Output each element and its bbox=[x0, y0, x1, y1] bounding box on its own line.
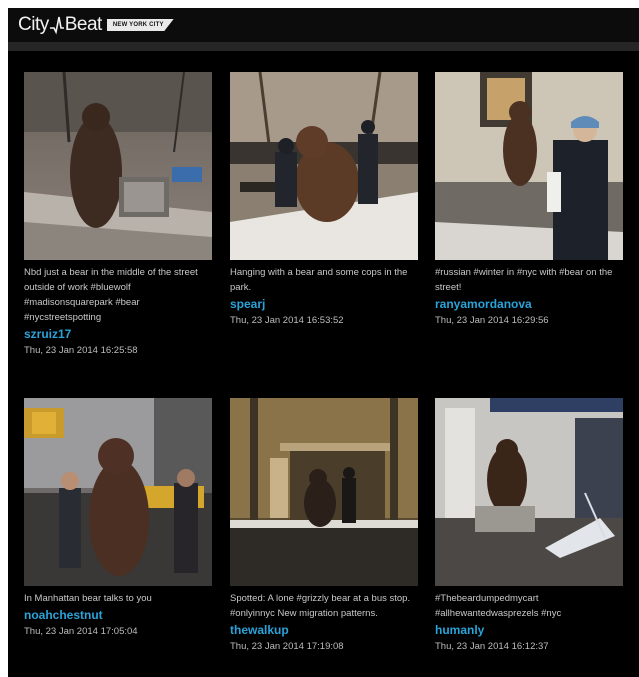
post-caption: In Manhattan bear talks to you noahchest… bbox=[24, 591, 212, 640]
post-timestamp: Thu, 23 Jan 2014 16:12:37 bbox=[435, 641, 549, 652]
caption-text: #russian #winter in #nyc with #bear on t… bbox=[435, 267, 613, 293]
post-timestamp: Thu, 23 Jan 2014 17:05:04 bbox=[24, 626, 138, 637]
post-timestamp: Thu, 23 Jan 2014 16:53:52 bbox=[230, 315, 344, 326]
post-caption: Nbd just a bear in the middle of the str… bbox=[24, 265, 212, 359]
caption-text: Nbd just a bear in the middle of the str… bbox=[24, 267, 198, 323]
post-username-link[interactable]: szruiz17 bbox=[24, 326, 212, 343]
caption-text: In Manhattan bear talks to you bbox=[24, 593, 152, 604]
post-username-link[interactable]: noahchestnut bbox=[24, 607, 212, 624]
header-divider bbox=[8, 42, 639, 51]
citybeat-logo[interactable]: City Beat NEW YORK CITY bbox=[18, 14, 174, 36]
post-caption: #russian #winter in #nyc with #bear on t… bbox=[435, 265, 623, 329]
post-timestamp: Thu, 23 Jan 2014 16:29:56 bbox=[435, 315, 549, 326]
post-timestamp: Thu, 23 Jan 2014 17:19:08 bbox=[230, 641, 344, 652]
city-tag: NEW YORK CITY bbox=[106, 19, 174, 31]
logo-text-beat: Beat bbox=[64, 14, 103, 35]
logo-pulse-icon bbox=[49, 16, 64, 35]
caption-text: Spotted: A lone #grizzly bear at a bus s… bbox=[230, 593, 411, 619]
post-caption: Hanging with a bear and some cops in the… bbox=[230, 265, 418, 329]
post-photo[interactable] bbox=[24, 72, 212, 260]
post-caption: Spotted: A lone #grizzly bear at a bus s… bbox=[230, 591, 418, 655]
caption-text: Hanging with a bear and some cops in the… bbox=[230, 267, 408, 293]
post-photo[interactable] bbox=[230, 72, 418, 260]
post-photo[interactable] bbox=[230, 398, 418, 586]
logo-text-city: City bbox=[18, 14, 49, 35]
post-photo[interactable] bbox=[435, 72, 623, 260]
post-caption: #Thebeardumpedmycart #allhewantedwasprez… bbox=[435, 591, 623, 655]
post-username-link[interactable]: spearj bbox=[230, 296, 418, 313]
top-bar: City Beat NEW YORK CITY bbox=[8, 8, 639, 42]
post-username-link[interactable]: humanly bbox=[435, 622, 623, 639]
post-username-link[interactable]: ranyamordanova bbox=[435, 296, 623, 313]
post-timestamp: Thu, 23 Jan 2014 16:25:58 bbox=[24, 345, 138, 356]
page-frame: City Beat NEW YORK CITY Nbd just a bear … bbox=[8, 8, 639, 677]
post-photo[interactable] bbox=[24, 398, 212, 586]
post-username-link[interactable]: thewalkup bbox=[230, 622, 418, 639]
caption-text: #Thebeardumpedmycart #allhewantedwasprez… bbox=[435, 593, 562, 619]
post-photo[interactable] bbox=[435, 398, 623, 586]
